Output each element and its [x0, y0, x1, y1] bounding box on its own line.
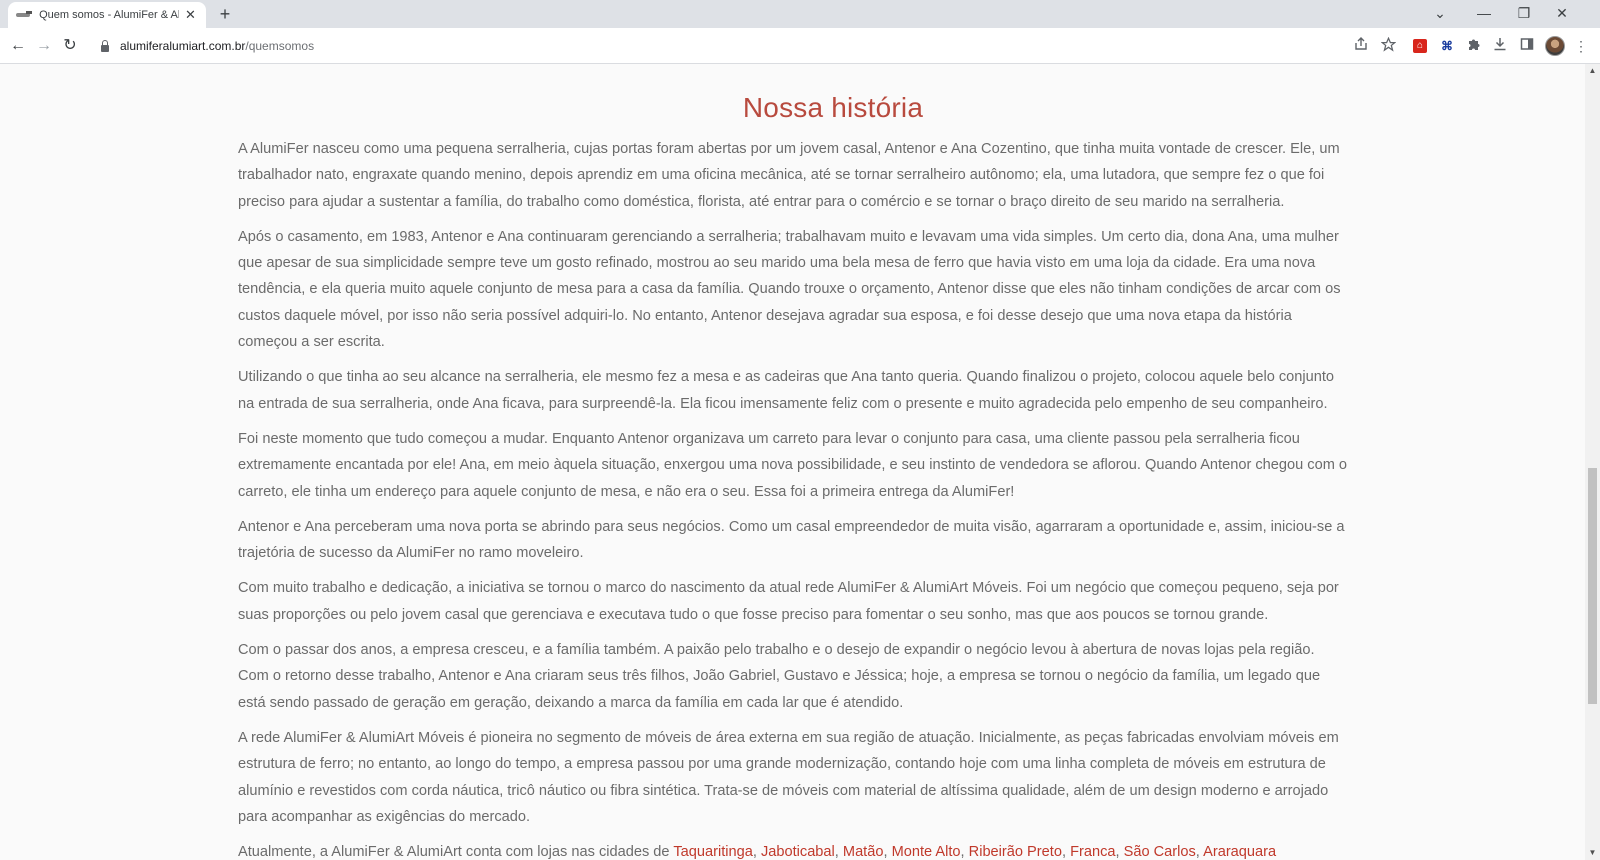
reload-button[interactable]: ↻ [58, 34, 82, 58]
city-link[interactable]: Matão [843, 844, 884, 860]
city-link[interactable]: Franca [1070, 844, 1115, 860]
address-bar[interactable]: alumiferalumiart.com.br/quemsomos [92, 32, 1396, 60]
paragraph-2: Após o casamento, em 1983, Antenor e Ana… [238, 228, 1341, 351]
paragraph-8: A rede AlumiFer & AlumiArt Móveis é pion… [238, 729, 1339, 825]
paragraph-4: Foi neste momento que tudo começou a mud… [238, 430, 1348, 500]
site-favicon-icon [16, 10, 33, 20]
browser-toolbar: ← → ↻ alumiferalumiart.com.br/quemsomos … [0, 28, 1600, 64]
side-panel-icon[interactable] [1518, 37, 1536, 55]
city-link[interactable]: Araraquara [1203, 844, 1276, 860]
minimize-button[interactable]: — [1465, 0, 1503, 28]
forward-button[interactable]: → [32, 34, 56, 58]
close-window-button[interactable]: ✕ [1543, 0, 1581, 28]
tab-strip: Quem somos - AlumiFer & AlumiArt ✕ + ⌄ —… [0, 0, 1600, 28]
paragraph-1: A AlumiFer nasceu como uma pequena serra… [238, 141, 1340, 210]
new-tab-button[interactable]: + [212, 3, 238, 25]
back-button[interactable]: ← [6, 34, 30, 58]
paragraph-7: Com o passar dos anos, a empresa cresceu… [238, 642, 1321, 711]
kebab-menu-icon[interactable]: ⋮ [1572, 37, 1590, 55]
paragraph-3: Utilizando o que tinha ao seu alcance na… [238, 369, 1335, 412]
tab-search-chevron-down-icon[interactable]: ⌄ [1421, 0, 1459, 28]
active-tab[interactable]: Quem somos - AlumiFer & AlumiArt ✕ [8, 2, 206, 28]
city-link[interactable]: Jaboticabal [761, 844, 835, 860]
profile-avatar[interactable] [1545, 36, 1565, 56]
paragraph-9-partial: Atualmente, a AlumiFer & AlumiArt conta … [238, 844, 1277, 860]
city-link[interactable]: Ribeirão Preto [969, 844, 1062, 860]
url-text[interactable]: alumiferalumiart.com.br/quemsomos [120, 39, 314, 53]
city-link[interactable]: São Carlos [1124, 844, 1196, 860]
city-link[interactable]: Taquaritinga [673, 844, 753, 860]
tab-close-icon[interactable]: ✕ [183, 7, 198, 23]
vertical-scrollbar[interactable]: ▲ ▼ [1585, 64, 1600, 860]
city-link[interactable]: Monte Alto [892, 844, 961, 860]
share-icon[interactable] [1352, 37, 1370, 55]
puzzle-extensions-icon[interactable] [1465, 37, 1483, 55]
page-viewport: Nossa história A AlumiFer nasceu como um… [0, 64, 1585, 860]
tab-title: Quem somos - AlumiFer & AlumiArt [39, 9, 179, 21]
scroll-up-arrow-icon[interactable]: ▲ [1585, 64, 1600, 78]
scroll-down-arrow-icon[interactable]: ▼ [1585, 846, 1600, 860]
paragraph-5: Antenor e Ana perceberam uma nova porta … [238, 518, 1345, 562]
restore-button[interactable]: ❐ [1505, 0, 1543, 28]
paragraph-6: Com muito trabalho e dedicação, a inicia… [238, 580, 1339, 623]
lock-icon[interactable] [100, 40, 110, 52]
star-icon[interactable] [1379, 36, 1397, 55]
about-content: Nossa história A AlumiFer nasceu como um… [238, 92, 1348, 860]
pdf-extension-icon[interactable]: ⌂ [1413, 39, 1427, 53]
translate-extension-icon[interactable]: ⌘ [1438, 37, 1456, 55]
download-icon[interactable] [1491, 37, 1509, 55]
scroll-thumb[interactable] [1588, 468, 1597, 704]
page-title: Nossa história [742, 92, 924, 123]
